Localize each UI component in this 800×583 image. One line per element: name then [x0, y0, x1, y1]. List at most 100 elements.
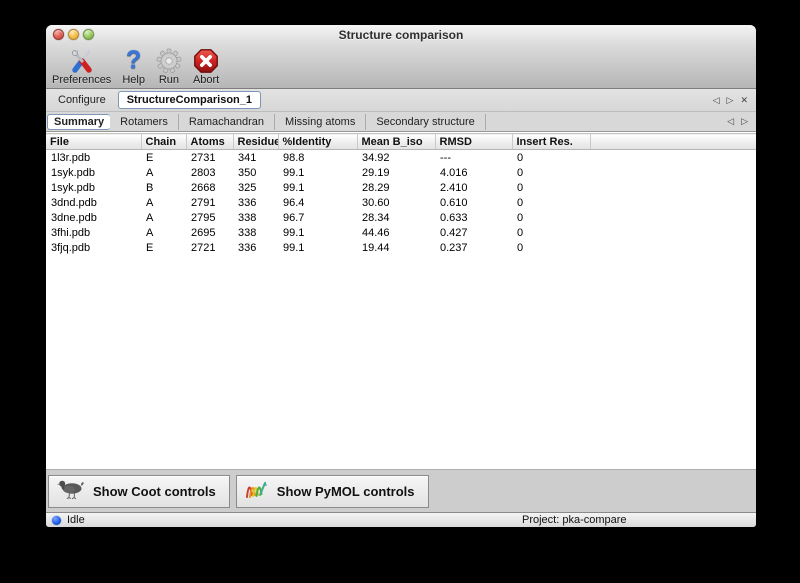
cell-rmsd: --- — [435, 150, 512, 166]
cell-file: 1syk.pdb — [46, 180, 141, 195]
status-indicator-icon — [52, 516, 61, 525]
table-row[interactable]: 3dnd.pdb A 2791 336 96.4 30.60 0.610 0 — [46, 195, 756, 210]
tab-prev-icon[interactable]: ◁ — [727, 117, 734, 126]
summary-panel: File Chain Atoms Residues %Identity Mean… — [46, 132, 756, 469]
status-bar: Idle Project: pka-compare — [46, 512, 756, 527]
cell-insert-res: 0 — [512, 225, 590, 240]
cell-mean-b-iso: 44.46 — [357, 225, 435, 240]
show-pymol-controls-button[interactable]: Show PyMOL controls — [236, 475, 429, 508]
column-header-atoms[interactable]: Atoms — [186, 134, 233, 150]
cell-mean-b-iso: 28.34 — [357, 210, 435, 225]
tools-icon — [68, 47, 95, 74]
cell-mean-b-iso: 30.60 — [357, 195, 435, 210]
tab-missing-atoms[interactable]: Missing atoms — [275, 114, 366, 130]
cell-rmsd: 0.610 — [435, 195, 512, 210]
cell-residues: 336 — [233, 240, 278, 255]
tab-next-icon[interactable]: ▷ — [727, 96, 734, 105]
page-tab-bar: Configure StructureComparison_1 ◁ ▷ ✕ — [46, 89, 756, 112]
tab-structure-comparison-1[interactable]: StructureComparison_1 — [118, 91, 261, 109]
table-row[interactable]: 1syk.pdb A 2803 350 99.1 29.19 4.016 0 — [46, 165, 756, 180]
cell-identity: 99.1 — [278, 240, 357, 255]
help-icon: ? — [126, 47, 141, 74]
preferences-label: Preferences — [52, 74, 111, 86]
cell-extra — [590, 210, 756, 225]
coot-bird-icon — [56, 478, 86, 505]
column-header-residues[interactable]: Residues — [233, 134, 278, 150]
cell-identity: 99.1 — [278, 165, 357, 180]
cell-extra — [590, 240, 756, 255]
cell-chain: A — [141, 210, 186, 225]
run-button[interactable]: Run — [152, 47, 186, 86]
cell-file: 1syk.pdb — [46, 165, 141, 180]
cell-rmsd: 2.410 — [435, 180, 512, 195]
cell-mean-b-iso: 19.44 — [357, 240, 435, 255]
preferences-button[interactable]: Preferences — [48, 47, 115, 86]
cell-residues: 350 — [233, 165, 278, 180]
cell-identity: 99.1 — [278, 180, 357, 195]
table-row[interactable]: 3fjq.pdb E 2721 336 99.1 19.44 0.237 0 — [46, 240, 756, 255]
table-row[interactable]: 3dne.pdb A 2795 338 96.7 28.34 0.633 0 — [46, 210, 756, 225]
cell-mean-b-iso: 29.19 — [357, 165, 435, 180]
cell-file: 1l3r.pdb — [46, 150, 141, 166]
help-label: Help — [122, 74, 145, 86]
cell-chain: E — [141, 150, 186, 166]
view-tab-nav: ◁ ▷ — [727, 112, 748, 131]
project-label: Project: pka-compare — [522, 514, 627, 526]
cell-insert-res: 0 — [512, 165, 590, 180]
table-header-row: File Chain Atoms Residues %Identity Mean… — [46, 134, 756, 150]
summary-table: File Chain Atoms Residues %Identity Mean… — [46, 133, 756, 255]
cell-identity: 99.1 — [278, 225, 357, 240]
cell-residues: 338 — [233, 225, 278, 240]
tab-summary[interactable]: Summary — [47, 114, 110, 130]
abort-button[interactable]: Abort — [189, 47, 223, 86]
cell-rmsd: 0.427 — [435, 225, 512, 240]
cell-mean-b-iso: 34.92 — [357, 150, 435, 166]
cell-chain: A — [141, 225, 186, 240]
help-button[interactable]: ? Help — [118, 47, 149, 86]
cell-extra — [590, 225, 756, 240]
show-coot-controls-label: Show Coot controls — [93, 484, 216, 499]
status-label: Idle — [67, 514, 85, 526]
cell-file: 3dne.pdb — [46, 210, 141, 225]
show-coot-controls-button[interactable]: Show Coot controls — [48, 475, 230, 508]
gear-icon — [156, 47, 182, 74]
cell-chain: E — [141, 240, 186, 255]
cell-file: 3dnd.pdb — [46, 195, 141, 210]
column-header-mean-b-iso[interactable]: Mean B_iso — [357, 134, 435, 150]
cell-insert-res: 0 — [512, 180, 590, 195]
cell-insert-res: 0 — [512, 210, 590, 225]
title-bar[interactable]: Structure comparison — [46, 25, 756, 44]
table-row[interactable]: 1l3r.pdb E 2731 341 98.8 34.92 --- 0 — [46, 150, 756, 166]
column-header-extra — [590, 134, 756, 150]
cell-mean-b-iso: 28.29 — [357, 180, 435, 195]
cell-rmsd: 0.633 — [435, 210, 512, 225]
tab-secondary-structure[interactable]: Secondary structure — [366, 114, 485, 130]
page-tab-nav: ◁ ▷ ✕ — [713, 89, 748, 111]
cell-insert-res: 0 — [512, 240, 590, 255]
cell-atoms: 2791 — [186, 195, 233, 210]
tab-configure[interactable]: Configure — [46, 92, 118, 108]
tab-ramachandran[interactable]: Ramachandran — [179, 114, 275, 130]
column-header-chain[interactable]: Chain — [141, 134, 186, 150]
abort-label: Abort — [193, 74, 219, 86]
cell-residues: 341 — [233, 150, 278, 166]
column-header-insert-res[interactable]: Insert Res. — [512, 134, 590, 150]
cell-insert-res: 0 — [512, 150, 590, 166]
tab-prev-icon[interactable]: ◁ — [713, 96, 720, 105]
cell-identity: 96.4 — [278, 195, 357, 210]
cell-chain: A — [141, 195, 186, 210]
window-chrome: Structure comparison Preferences — [46, 25, 756, 89]
column-header-identity[interactable]: %Identity — [278, 134, 357, 150]
run-label: Run — [159, 74, 179, 86]
tab-next-icon[interactable]: ▷ — [741, 117, 748, 126]
cell-residues: 325 — [233, 180, 278, 195]
structure-comparison-window: Structure comparison Preferences — [46, 25, 756, 527]
cell-atoms: 2668 — [186, 180, 233, 195]
column-header-rmsd[interactable]: RMSD — [435, 134, 512, 150]
table-row[interactable]: 3fhi.pdb A 2695 338 99.1 44.46 0.427 0 — [46, 225, 756, 240]
tab-rotamers[interactable]: Rotamers — [110, 114, 179, 130]
view-tab-bar: Summary Rotamers Ramachandran Missing at… — [46, 112, 756, 132]
column-header-file[interactable]: File — [46, 134, 141, 150]
tab-close-icon[interactable]: ✕ — [740, 96, 748, 105]
table-row[interactable]: 1syk.pdb B 2668 325 99.1 28.29 2.410 0 — [46, 180, 756, 195]
